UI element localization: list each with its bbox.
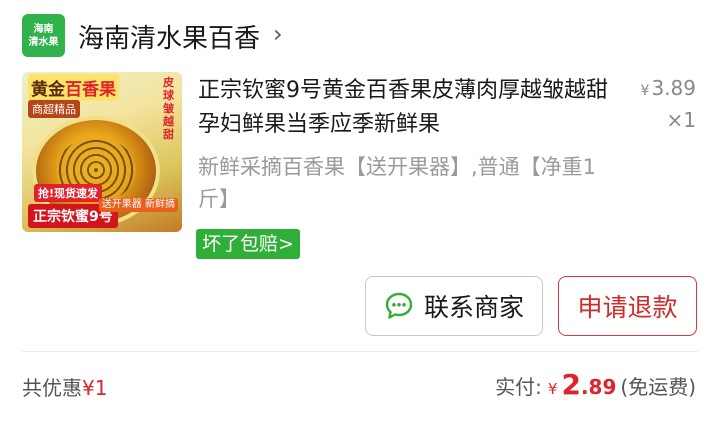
thumbnail-side-text: 皮球皱越甜: [163, 76, 174, 141]
refund-label: 申请退款: [577, 293, 678, 322]
product-title[interactable]: 正宗钦蜜9号黄金百香果皮薄肉厚越皱越甜孕妇鲜果当季应季新鲜果: [198, 74, 618, 142]
product-thumbnail[interactable]: 黄金百香果 皮球皱越甜 商超精品 抢!现货速发 正宗钦蜜9号 送开果器 新鲜摘: [22, 72, 182, 232]
product-price: ¥3.89: [640, 76, 696, 100]
discount-summary: 共优惠¥1: [22, 372, 107, 401]
discount-amount: ¥1: [82, 376, 108, 400]
contact-seller-label: 联系商家: [423, 293, 524, 322]
shipping-note: (免运费): [620, 375, 696, 399]
thumbnail-quality-tag: 商超精品: [28, 100, 80, 118]
thumbnail-ship-tag: 抢!现货速发: [34, 184, 103, 202]
guarantee-badge[interactable]: 坏了包赔>: [196, 229, 300, 259]
contact-seller-button[interactable]: 联系商家: [365, 276, 543, 336]
paid-amount-integer: 2: [561, 368, 581, 401]
store-logo[interactable]: 海南 清水果: [22, 14, 65, 57]
thumbnail-title: 黄金百香果: [28, 74, 119, 101]
paid-amount-decimal: .89: [580, 375, 617, 399]
product-quantity: ×1: [666, 108, 696, 132]
store-name[interactable]: 海南清水果百香: [78, 18, 260, 55]
chat-bubble-icon: [385, 292, 413, 319]
thumbnail-fresh-tag: 送开果器 新鲜摘: [98, 198, 178, 212]
divider: [22, 351, 698, 352]
paid-summary: 实付: ¥ 2 .89 (免运费): [495, 368, 696, 401]
paid-label: 实付:: [495, 375, 542, 399]
product-spec: 新鲜采摘百香果【送开果器】,普通【净重1斤】: [198, 155, 597, 211]
chevron-right-icon[interactable]: ›: [273, 20, 283, 48]
store-logo-line2: 清水果: [28, 36, 59, 48]
store-logo-line1: 海南: [33, 23, 54, 35]
refund-button[interactable]: 申请退款: [558, 276, 697, 336]
store-header[interactable]: 海南 清水果 海南清水果百香 ›: [0, 0, 720, 72]
paid-currency: ¥: [547, 380, 558, 398]
discount-label: 共优惠: [22, 376, 82, 400]
